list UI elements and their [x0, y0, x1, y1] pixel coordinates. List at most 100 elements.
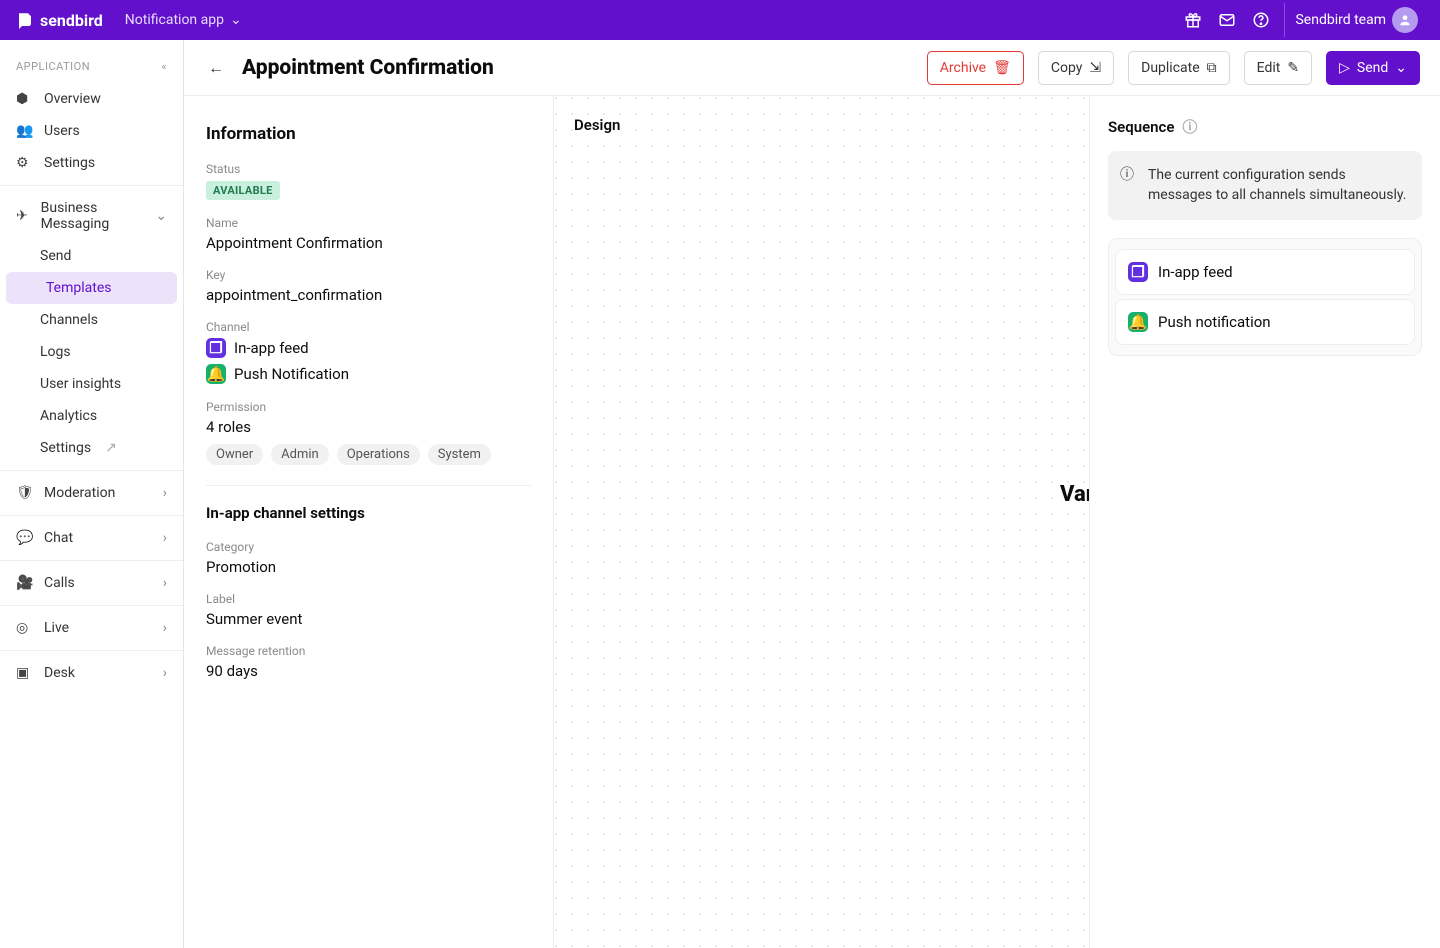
chevron-down-icon: ⌄ — [1395, 60, 1407, 76]
sequence-list: ❐In-app feed 🔔Push notification — [1108, 238, 1422, 356]
app-switcher[interactable]: Notification app ⌄ — [125, 12, 242, 28]
category-label: Category — [206, 540, 531, 554]
sidebar-item-settings[interactable]: ⚙Settings — [0, 147, 183, 179]
archive-button[interactable]: Archive🗑 — [927, 51, 1024, 85]
chevron-right-icon: › — [163, 620, 167, 636]
app-switcher-label: Notification app — [125, 12, 224, 28]
trash-icon: 🗑 — [993, 60, 1011, 76]
sidebar-item-chat[interactable]: 💬Chat› — [0, 522, 183, 554]
sidebar-item-analytics[interactable]: Analytics — [0, 400, 183, 432]
role-chip: Owner — [206, 444, 263, 465]
sidebar-section-header: APPLICATION « — [0, 54, 183, 83]
sidebar-item-desk[interactable]: ▣Desk› — [0, 657, 183, 689]
avatar — [1392, 7, 1418, 33]
name-label: Name — [206, 216, 531, 230]
sidebar: APPLICATION « ⬢Overview 👥Users ⚙Settings… — [0, 40, 184, 948]
shield-icon: 🛡 — [16, 485, 34, 501]
sidebar-item-business-messaging[interactable]: ✈Business Messaging⌄ — [0, 192, 183, 240]
label-label: Label — [206, 592, 531, 606]
copy-button[interactable]: Copy⇲ — [1038, 51, 1114, 85]
chat-icon: 💬 — [16, 530, 34, 546]
external-icon: ↗ — [105, 440, 117, 456]
sequence-notice: ⓘ The current configuration sends messag… — [1108, 151, 1422, 220]
sequence-item-push[interactable]: 🔔Push notification — [1115, 299, 1415, 345]
inapp-settings-heading: In-app channel settings — [206, 504, 531, 522]
channel-push: 🔔Push Notification — [206, 364, 531, 384]
duplicate-button[interactable]: Duplicate⧉ — [1128, 51, 1230, 85]
users-icon: 👥 — [16, 123, 34, 139]
design-heading: Design — [574, 116, 620, 134]
in-app-feed-icon: ❐ — [1128, 262, 1148, 282]
edit-button[interactable]: Edit✎ — [1244, 51, 1312, 85]
send-button[interactable]: ▷Send⌄ — [1326, 51, 1420, 85]
copy-icon: ⧉ — [1207, 60, 1217, 76]
chevron-right-icon: › — [163, 575, 167, 591]
sidebar-item-live[interactable]: ◎Live› — [0, 612, 183, 644]
chevron-down-icon: ⌄ — [155, 208, 167, 224]
video-icon: 🎥 — [16, 575, 34, 591]
sidebar-item-users[interactable]: 👥Users — [0, 115, 183, 147]
channel-label: Channel — [206, 320, 531, 334]
permission-count: 4 roles — [206, 418, 531, 436]
broadcast-icon: ◎ — [16, 620, 34, 636]
permission-chips: Owner Admin Operations System — [206, 442, 531, 467]
topbar: sendbird Notification app ⌄ Sendbird tea… — [0, 0, 1440, 40]
page-header: ← Appointment Confirmation Archive🗑 Copy… — [184, 40, 1440, 96]
export-icon: ⇲ — [1089, 60, 1101, 76]
information-heading: Information — [206, 124, 531, 144]
sidebar-item-bm-settings[interactable]: Settings ↗ — [0, 432, 183, 464]
info-icon[interactable]: ⓘ — [1182, 116, 1197, 137]
sidebar-item-send[interactable]: Send — [0, 240, 183, 272]
gear-icon: ⚙ — [16, 155, 34, 171]
chevron-down-icon: ⌄ — [230, 12, 242, 28]
chevron-right-icon: › — [163, 530, 167, 546]
label-value: Summer event — [206, 610, 531, 628]
sidebar-item-channels[interactable]: Channels — [0, 304, 183, 336]
key-value: appointment_confirmation — [206, 286, 531, 304]
category-value: Promotion — [206, 558, 531, 576]
team-name: Sendbird team — [1295, 12, 1386, 28]
role-chip: Admin — [271, 444, 329, 465]
sidebar-item-calls[interactable]: 🎥Calls› — [0, 567, 183, 599]
annotation-variables: Variables — [1060, 482, 1090, 507]
sequence-panel: Sequence ⓘ ⓘ The current configuration s… — [1090, 96, 1440, 948]
page-title: Appointment Confirmation — [242, 56, 494, 80]
name-value: Appointment Confirmation — [206, 234, 531, 252]
in-app-feed-icon: ❐ — [206, 338, 226, 358]
team-menu[interactable]: Sendbird team — [1284, 3, 1424, 37]
back-button[interactable]: ← — [204, 56, 228, 80]
chevron-right-icon: › — [163, 665, 167, 681]
permission-label: Permission — [206, 400, 531, 414]
sequence-heading: Sequence ⓘ — [1108, 116, 1422, 137]
channel-inapp: ❐In-app feed — [206, 338, 531, 358]
status-label: Status — [206, 162, 531, 176]
home-icon: ⬢ — [16, 91, 34, 107]
sidebar-item-overview[interactable]: ⬢Overview — [0, 83, 183, 115]
retention-label: Message retention — [206, 644, 531, 658]
role-chip: Operations — [337, 444, 420, 465]
info-icon: ⓘ — [1120, 165, 1134, 185]
pencil-icon: ✎ — [1287, 60, 1299, 76]
information-panel: Information Status AVAILABLE Name Appoin… — [184, 96, 554, 948]
sequence-item-inapp[interactable]: ❐In-app feed — [1115, 249, 1415, 295]
sidebar-item-logs[interactable]: Logs — [0, 336, 183, 368]
push-icon: 🔔 — [1128, 312, 1148, 332]
sidebar-item-user-insights[interactable]: User insights — [0, 368, 183, 400]
sidebar-item-moderation[interactable]: 🛡Moderation› — [0, 477, 183, 509]
sidebar-item-templates[interactable]: Templates — [6, 272, 177, 304]
brand-name: sendbird — [40, 11, 103, 30]
send-icon: ✈ — [16, 208, 31, 224]
retention-value: 90 days — [206, 662, 531, 680]
send-icon: ▷ — [1339, 60, 1350, 76]
mail-icon[interactable] — [1210, 3, 1244, 37]
design-panel: Design Channels Variables ☀ ☾ ❐ In-app f… — [554, 96, 1090, 948]
push-icon: 🔔 — [206, 364, 226, 384]
role-chip: System — [428, 444, 491, 465]
desk-icon: ▣ — [16, 665, 34, 681]
collapse-icon[interactable]: « — [161, 60, 167, 73]
help-icon[interactable] — [1244, 3, 1278, 37]
gift-icon[interactable] — [1176, 3, 1210, 37]
status-badge: AVAILABLE — [206, 181, 280, 200]
key-label: Key — [206, 268, 531, 282]
brand-logo[interactable]: sendbird — [16, 11, 103, 30]
